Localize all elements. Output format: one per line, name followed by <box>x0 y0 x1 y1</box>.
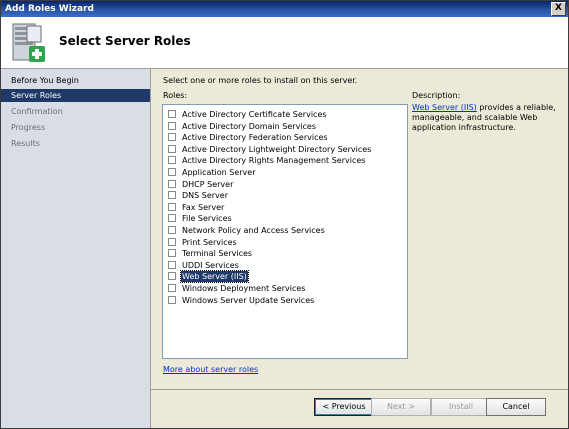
role-checkbox[interactable] <box>168 249 176 258</box>
role-item[interactable]: Terminal Services <box>168 248 398 259</box>
role-label: Active Directory Federation Services <box>182 133 328 143</box>
role-item[interactable]: DHCP Server <box>168 179 398 190</box>
role-label: Active Directory Rights Management Servi… <box>182 156 366 166</box>
description-link[interactable]: Web Server (IIS) <box>412 103 477 112</box>
cancel-button[interactable]: Cancel <box>486 398 546 416</box>
role-label: Print Services <box>182 237 237 247</box>
role-item[interactable]: Active Directory Certificate Services <box>168 109 398 120</box>
role-item[interactable]: UDDI Services <box>168 260 398 271</box>
wizard-header: Select Server Roles <box>1 17 568 69</box>
wizard-nav: Before You Begin Server Roles Confirmati… <box>1 69 151 428</box>
role-label: Windows Deployment Services <box>182 284 306 293</box>
nav-item-server-roles[interactable]: Server Roles <box>1 89 150 102</box>
role-checkbox[interactable] <box>168 191 176 200</box>
role-label: DHCP Server <box>182 179 234 189</box>
role-checkbox[interactable] <box>168 272 176 281</box>
role-checkbox[interactable] <box>168 226 176 234</box>
role-checkbox[interactable] <box>168 295 176 304</box>
role-item[interactable]: Active Directory Domain Services <box>168 121 398 132</box>
role-checkbox[interactable] <box>168 156 176 165</box>
title-bar[interactable]: Add Roles Wizard X <box>1 1 568 17</box>
description-text: Web Server (IIS) provides a reliable, ma… <box>412 103 562 133</box>
next-button[interactable]: Next > <box>371 398 431 416</box>
roles-label: Roles: <box>163 91 188 100</box>
role-checkbox[interactable] <box>168 110 176 118</box>
close-button[interactable]: X <box>551 2 566 16</box>
install-button[interactable]: Install <box>431 398 491 416</box>
page-title: Select Server Roles <box>59 34 191 48</box>
role-checkbox[interactable] <box>168 237 176 246</box>
role-label: File Services <box>182 214 232 224</box>
role-checkbox[interactable] <box>168 202 176 211</box>
role-item[interactable]: Network Policy and Access Services <box>168 225 398 236</box>
nav-item-results: Results <box>11 139 40 148</box>
role-item[interactable]: File Services <box>168 213 398 224</box>
role-checkbox[interactable] <box>168 144 176 153</box>
role-item[interactable]: Windows Server Update Services <box>168 295 398 306</box>
role-checkbox[interactable] <box>168 214 176 223</box>
server-roles-icon <box>12 23 45 62</box>
nav-item-confirmation: Confirmation <box>11 107 63 116</box>
more-about-roles-link[interactable]: More about server roles <box>163 365 258 374</box>
role-checkbox[interactable] <box>168 260 176 269</box>
role-item[interactable]: Windows Deployment Services <box>168 283 398 294</box>
role-item[interactable]: Print Services <box>168 237 398 248</box>
main-content: Select one or more roles to install on t… <box>151 69 568 389</box>
button-bar: < Previous Next > Install Cancel <box>151 389 568 428</box>
role-label: DNS Server <box>182 191 228 201</box>
role-checkbox[interactable] <box>168 179 176 188</box>
instruction-text: Select one or more roles to install on t… <box>163 76 358 85</box>
window-title: Add Roles Wizard <box>5 4 94 14</box>
role-label: Web Server (IIS) <box>180 270 249 284</box>
description-title: Description: <box>412 91 461 100</box>
nav-item-progress: Progress <box>11 123 46 132</box>
role-label: UDDI Services <box>182 260 239 270</box>
role-checkbox[interactable] <box>168 121 176 130</box>
role-checkbox[interactable] <box>168 133 176 142</box>
roles-list[interactable]: Active Directory Certificate Services Ac… <box>162 104 408 359</box>
role-item-selected[interactable]: Web Server (IIS) <box>168 270 398 284</box>
role-label: Active Directory Lightweight Directory S… <box>182 144 372 154</box>
role-item[interactable]: Active Directory Federation Services <box>168 132 398 143</box>
role-item[interactable]: DNS Server <box>168 190 398 201</box>
role-label: Network Policy and Access Services <box>182 226 325 235</box>
nav-item-before-you-begin[interactable]: Before You Begin <box>1 74 150 87</box>
role-item[interactable]: Active Directory Rights Management Servi… <box>168 155 398 166</box>
role-label: Active Directory Certificate Services <box>182 110 327 119</box>
role-item[interactable]: Application Server <box>168 167 398 178</box>
previous-button[interactable]: < Previous <box>314 398 374 416</box>
role-item[interactable]: Active Directory Lightweight Directory S… <box>168 144 398 155</box>
role-item[interactable]: Fax Server <box>168 202 398 213</box>
role-checkbox[interactable] <box>168 168 176 176</box>
role-label: Fax Server <box>182 202 225 212</box>
role-label: Terminal Services <box>182 249 253 259</box>
role-label: Windows Server Update Services <box>182 295 315 305</box>
role-label: Application Server <box>182 168 256 177</box>
add-roles-wizard-window: Add Roles Wizard X Select Server Roles B… <box>0 0 569 429</box>
role-label: Active Directory Domain Services <box>182 121 317 131</box>
role-checkbox[interactable] <box>168 284 176 292</box>
